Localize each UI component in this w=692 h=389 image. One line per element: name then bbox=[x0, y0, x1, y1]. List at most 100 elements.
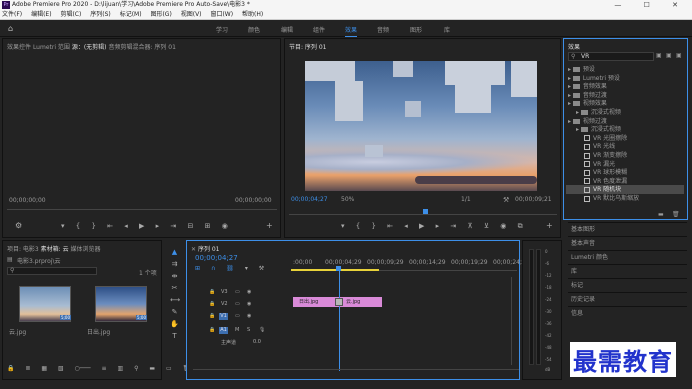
clip-thumbnail-cloud[interactable]: 5;00 bbox=[19, 286, 71, 322]
add-button-icon[interactable]: + bbox=[266, 221, 273, 230]
timeline-timecode[interactable]: 00;00;04;27 bbox=[195, 254, 238, 262]
clip-sunrise[interactable]: 日出.jpg bbox=[293, 297, 339, 307]
insert-icon[interactable]: ⊟ bbox=[188, 222, 194, 230]
ripple-edit-tool-icon[interactable]: ⇹ bbox=[170, 272, 179, 281]
type-tool-icon[interactable]: T bbox=[170, 332, 179, 341]
go-to-in-icon[interactable]: ⇤ bbox=[387, 222, 393, 230]
new-bin-icon[interactable]: ▬ bbox=[149, 365, 155, 372]
lock-icon[interactable]: 🔒 bbox=[209, 289, 215, 295]
solo-icon[interactable]: S bbox=[247, 327, 250, 333]
mark-in-icon[interactable]: { bbox=[76, 222, 80, 230]
step-forward-icon[interactable]: ▸ bbox=[436, 222, 440, 230]
project-search-input[interactable]: ⚲ bbox=[7, 267, 97, 275]
menu-edit[interactable]: 编辑(E) bbox=[31, 11, 51, 18]
zoom-level-select[interactable]: 50% bbox=[341, 196, 354, 203]
settings-icon[interactable]: ⚙ bbox=[15, 221, 22, 230]
clip-cloud[interactable]: 云.jpg bbox=[340, 297, 382, 307]
razor-tool-icon[interactable]: ✂ bbox=[170, 284, 179, 293]
icon-view-icon[interactable]: ▦ bbox=[41, 365, 47, 372]
pen-tool-icon[interactable]: ✎ bbox=[170, 308, 179, 317]
program-video-frame[interactable] bbox=[305, 61, 537, 191]
program-scrubber[interactable] bbox=[289, 209, 557, 215]
find-icon[interactable]: ⚲ bbox=[134, 365, 138, 372]
freeform-view-icon[interactable]: ▧ bbox=[58, 365, 64, 372]
mute-icon[interactable]: M bbox=[235, 327, 239, 333]
tab-source[interactable]: 源：(无剪辑) bbox=[72, 44, 107, 51]
home-icon[interactable]: ⌂ bbox=[8, 24, 17, 33]
panel-markers[interactable]: 标记 bbox=[568, 278, 687, 291]
tab-media-browser[interactable]: 媒体浏览器 bbox=[71, 246, 101, 253]
snap-icon[interactable]: ∩ bbox=[211, 265, 215, 272]
sort-icon[interactable]: ≡ bbox=[102, 365, 107, 372]
mark-out-icon[interactable]: } bbox=[91, 222, 95, 230]
eye-icon[interactable]: ◉ bbox=[247, 289, 251, 295]
workspace-color[interactable]: 颜色 bbox=[248, 25, 260, 34]
new-item-icon[interactable]: ▭ bbox=[166, 365, 172, 372]
sync-lock-icon[interactable]: ▭ bbox=[235, 289, 240, 295]
tab-sequence[interactable]: 序列 01 bbox=[198, 246, 220, 253]
timeline-ruler[interactable]: :00;00 00;00;04;29 00;00;09;29 00;00;14;… bbox=[291, 257, 530, 271]
hand-tool-icon[interactable]: ✋ bbox=[170, 320, 179, 329]
workspace-libraries[interactable]: 库 bbox=[444, 25, 450, 34]
export-frame-icon[interactable]: ◉ bbox=[222, 222, 228, 230]
work-area-bar[interactable] bbox=[291, 269, 379, 271]
timeline-vertical-scrollbar[interactable] bbox=[511, 277, 514, 365]
mic-icon[interactable]: 🎙 bbox=[259, 327, 265, 333]
lock-icon[interactable]: 🔒 bbox=[209, 301, 215, 307]
play-icon[interactable]: ▶ bbox=[419, 222, 424, 230]
panel-lumetri-color[interactable]: Lumetri 颜色 bbox=[568, 250, 687, 263]
go-to-out-icon[interactable]: ⇥ bbox=[170, 222, 176, 230]
step-back-icon[interactable]: ◂ bbox=[404, 222, 408, 230]
track-target-v1[interactable]: V1 bbox=[219, 313, 228, 320]
selection-tool-icon[interactable]: ▲ bbox=[170, 248, 179, 257]
comparison-view-icon[interactable]: ⧉ bbox=[518, 222, 523, 230]
export-frame-icon[interactable]: ◉ bbox=[500, 222, 506, 230]
workspace-effects[interactable]: 效果 bbox=[345, 25, 358, 37]
timeline-horizontal-scrollbar[interactable] bbox=[193, 369, 519, 372]
tab-project[interactable]: 项目: 电影3 bbox=[7, 246, 39, 253]
clip-thumbnail-sunrise[interactable]: 5;00 bbox=[95, 286, 147, 322]
accelerated-effects-icon[interactable]: ▣ bbox=[656, 52, 662, 59]
panel-info[interactable]: 信息 bbox=[568, 306, 687, 319]
marker-icon[interactable]: ▾ bbox=[61, 222, 65, 230]
workspace-learn[interactable]: 学习 bbox=[216, 25, 228, 34]
lock-icon[interactable]: 🔒 bbox=[7, 365, 14, 372]
close-icon[interactable]: ✕ bbox=[191, 246, 196, 253]
automate-icon[interactable]: ▥ bbox=[118, 365, 124, 372]
32bit-effects-icon[interactable]: ▣ bbox=[666, 52, 672, 59]
tab-program[interactable]: 节目: 序列 01 bbox=[289, 44, 326, 51]
vr-transition-marker[interactable] bbox=[335, 298, 343, 306]
linked-selection-icon[interactable]: ⛓ bbox=[226, 265, 234, 272]
menu-graphics[interactable]: 图形(G) bbox=[150, 11, 171, 18]
panel-libraries[interactable]: 库 bbox=[568, 264, 687, 277]
slip-tool-icon[interactable]: ⟷ bbox=[170, 296, 180, 305]
effects-search-input[interactable]: ⚲ VR bbox=[568, 52, 654, 61]
eye-icon[interactable]: ◉ bbox=[247, 313, 251, 319]
zoom-slider[interactable]: ○─── bbox=[75, 365, 91, 372]
lock-icon[interactable]: 🔒 bbox=[209, 327, 215, 333]
tab-lumetri-scopes[interactable]: Lumetri 范围 bbox=[33, 44, 70, 51]
step-forward-icon[interactable]: ▸ bbox=[156, 222, 160, 230]
resolution-select[interactable]: 1/1 bbox=[461, 196, 471, 203]
workspace-edit[interactable]: 编辑 bbox=[281, 25, 293, 34]
panel-essential-sound[interactable]: 基本声音 bbox=[568, 236, 687, 249]
workspace-graphics[interactable]: 图形 bbox=[410, 25, 422, 34]
menu-sequence[interactable]: 序列(S) bbox=[90, 11, 111, 18]
mark-in-icon[interactable]: { bbox=[356, 222, 360, 230]
menu-file[interactable]: 文件(F) bbox=[2, 11, 22, 18]
wrench-icon[interactable]: ⚒ bbox=[503, 196, 509, 204]
menu-clip[interactable]: 剪辑(C) bbox=[60, 11, 81, 18]
menu-marker[interactable]: 标记(M) bbox=[120, 11, 142, 18]
eye-icon[interactable]: ◉ bbox=[247, 301, 251, 307]
play-icon[interactable]: ▶ bbox=[139, 222, 144, 230]
go-to-out-icon[interactable]: ⇥ bbox=[450, 222, 456, 230]
delete-icon[interactable]: 🗑 bbox=[672, 211, 680, 218]
tab-audio-clip-mixer[interactable]: 音频剪辑混合器: 序列 01 bbox=[108, 44, 175, 51]
source-scrubber[interactable] bbox=[7, 209, 277, 210]
add-button-icon[interactable]: + bbox=[546, 221, 553, 230]
new-bin-icon[interactable]: ▬ bbox=[658, 211, 664, 218]
yuv-effects-icon[interactable]: ▣ bbox=[676, 52, 682, 59]
sync-lock-icon[interactable]: ▭ bbox=[235, 313, 240, 319]
master-volume-value[interactable]: 0.0 bbox=[253, 339, 261, 345]
track-target-a1[interactable]: A1 bbox=[219, 327, 228, 334]
